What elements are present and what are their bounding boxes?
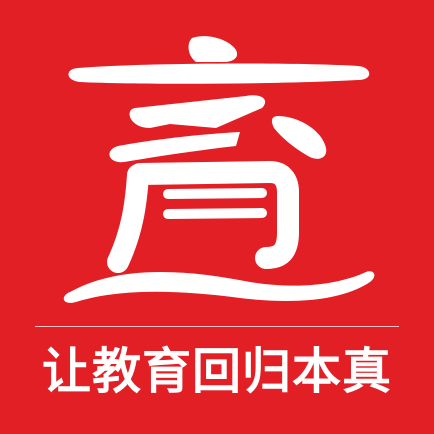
logo-character-mark [63, 36, 375, 303]
app-icon: 让教育回归本真 [0, 0, 434, 434]
divider [35, 326, 399, 327]
slogan-text: 让教育回归本真 [41, 343, 392, 400]
